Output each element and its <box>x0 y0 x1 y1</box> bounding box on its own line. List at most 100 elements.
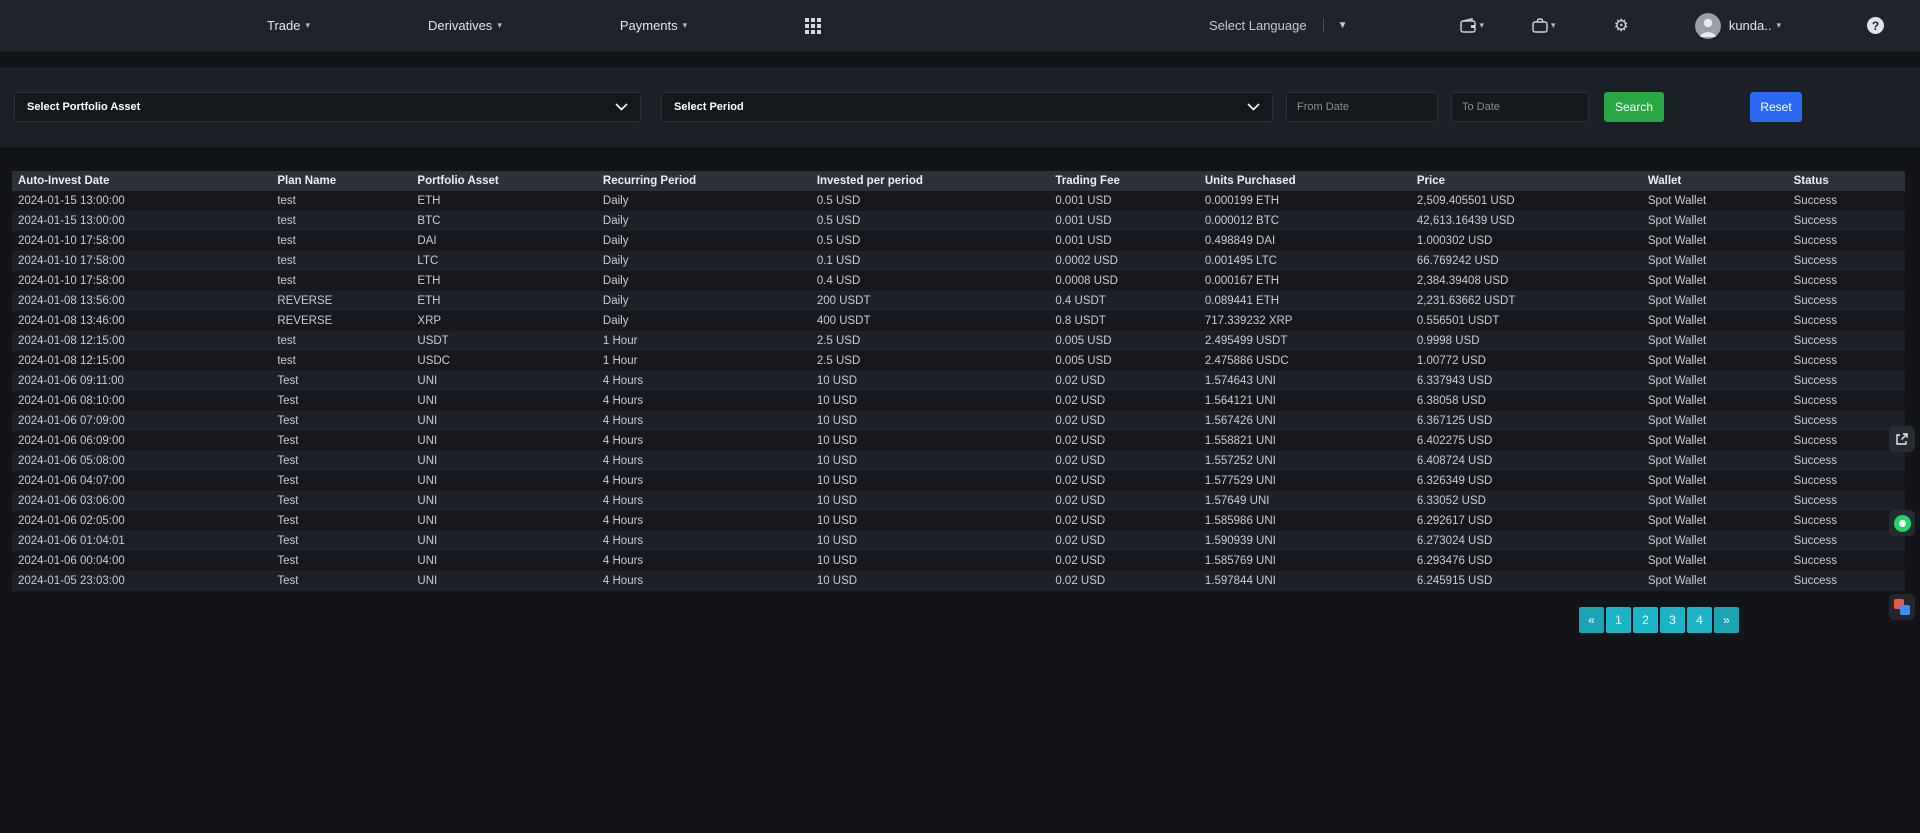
table-cell: UNI <box>411 571 597 591</box>
table-cell: Test <box>271 371 411 391</box>
orders-menu[interactable]: ▾ <box>1532 18 1556 33</box>
user-menu[interactable]: kunda.. ▾ <box>1695 13 1781 39</box>
table-cell: Success <box>1788 411 1905 431</box>
table-cell: Test <box>271 411 411 431</box>
table-row: 2024-01-06 07:09:00TestUNI4 Hours10 USD0… <box>12 411 1905 431</box>
table-cell: 0.005 USD <box>1049 331 1199 351</box>
table-cell: Spot Wallet <box>1642 411 1788 431</box>
table-cell: ETH <box>411 291 597 311</box>
search-button[interactable]: Search <box>1604 92 1664 122</box>
table-cell: 4 Hours <box>597 411 811 431</box>
table-cell: 2024-01-08 12:15:00 <box>12 351 271 371</box>
table-cell: BTC <box>411 211 597 231</box>
language-caret-icon[interactable]: ▼ <box>1338 20 1348 31</box>
table-cell: Spot Wallet <box>1642 291 1788 311</box>
pagination-prev[interactable]: « <box>1579 607 1604 633</box>
table-row: 2024-01-08 12:15:00testUSDT1 Hour2.5 USD… <box>12 331 1905 351</box>
table-cell: 2024-01-08 12:15:00 <box>12 331 271 351</box>
table-cell: 0.1 USD <box>811 251 1050 271</box>
table-cell: 0.4 USDT <box>1049 291 1199 311</box>
portfolio-asset-select[interactable]: Select Portfolio Asset <box>14 92 641 122</box>
nav-payments-menu[interactable]: Payments ▾ <box>620 18 687 33</box>
table-cell: Success <box>1788 291 1905 311</box>
table-cell: 42,613.16439 USD <box>1411 211 1642 231</box>
whatsapp-widget-button[interactable] <box>1889 510 1915 536</box>
table-cell: Test <box>271 531 411 551</box>
support-widget-button[interactable] <box>1889 594 1915 620</box>
table-cell: 0.5 USD <box>811 231 1050 251</box>
table-cell: UNI <box>411 431 597 451</box>
table-cell: 0.02 USD <box>1049 451 1199 471</box>
settings-gear-icon[interactable]: ⚙ <box>1614 16 1629 36</box>
table-cell: 400 USDT <box>811 311 1050 331</box>
table-cell: REVERSE <box>271 291 411 311</box>
table-row: 2024-01-06 09:11:00TestUNI4 Hours10 USD0… <box>12 371 1905 391</box>
nav-derivatives-menu[interactable]: Derivatives ▾ <box>428 18 502 33</box>
table-cell: 10 USD <box>811 551 1050 571</box>
table-cell: 10 USD <box>811 511 1050 531</box>
table-cell: 2024-01-10 17:58:00 <box>12 271 271 291</box>
table-cell: UNI <box>411 371 597 391</box>
table-cell: 6.292617 USD <box>1411 511 1642 531</box>
table-cell: Spot Wallet <box>1642 331 1788 351</box>
table-cell: 1.557252 UNI <box>1199 451 1411 471</box>
filter-panel: Select Portfolio Asset Select Period Sea… <box>0 67 1920 147</box>
table-cell: Spot Wallet <box>1642 431 1788 451</box>
pagination-page-2[interactable]: 2 <box>1633 607 1658 633</box>
table-cell: 1.57649 UNI <box>1199 491 1411 511</box>
pagination-next[interactable]: » <box>1714 607 1739 633</box>
table-cell: 6.245915 USD <box>1411 571 1642 591</box>
pagination-page-3[interactable]: 3 <box>1660 607 1685 633</box>
table-cell: 1.574643 UNI <box>1199 371 1411 391</box>
chevron-down-icon: ▾ <box>1480 20 1485 31</box>
table-cell: Test <box>271 431 411 451</box>
support-icon <box>1894 599 1910 615</box>
table-cell: 2024-01-15 13:00:00 <box>12 211 271 231</box>
table-cell: Test <box>271 491 411 511</box>
from-date-input[interactable] <box>1286 92 1438 122</box>
table-row: 2024-01-06 08:10:00TestUNI4 Hours10 USD0… <box>12 391 1905 411</box>
table-cell: Success <box>1788 391 1905 411</box>
table-cell: Success <box>1788 511 1905 531</box>
table-cell: 2024-01-06 04:07:00 <box>12 471 271 491</box>
table-row: 2024-01-10 17:58:00testLTCDaily0.1 USD0.… <box>12 251 1905 271</box>
table-cell: 0.02 USD <box>1049 471 1199 491</box>
pagination-page-1[interactable]: 1 <box>1606 607 1631 633</box>
table-cell: test <box>271 331 411 351</box>
table-cell: 6.367125 USD <box>1411 411 1642 431</box>
table-row: 2024-01-15 13:00:00testETHDaily0.5 USD0.… <box>12 191 1905 211</box>
table-cell: 0.089441 ETH <box>1199 291 1411 311</box>
username-label: kunda.. <box>1729 18 1772 33</box>
table-cell: 2024-01-15 13:00:00 <box>12 191 271 211</box>
nav-derivatives-label: Derivatives <box>428 18 492 33</box>
apps-grid-icon[interactable] <box>805 18 821 34</box>
table-cell: 0.9998 USD <box>1411 331 1642 351</box>
wallet-menu[interactable]: ▾ <box>1460 18 1485 33</box>
column-header-plan-name: Plan Name <box>271 171 411 191</box>
table-row: 2024-01-10 17:58:00testDAIDaily0.5 USD0.… <box>12 231 1905 251</box>
table-cell: 0.02 USD <box>1049 491 1199 511</box>
reset-button[interactable]: Reset <box>1750 92 1802 122</box>
table-cell: test <box>271 231 411 251</box>
table-row: 2024-01-06 04:07:00TestUNI4 Hours10 USD0… <box>12 471 1905 491</box>
table-row: 2024-01-06 01:04:01TestUNI4 Hours10 USD0… <box>12 531 1905 551</box>
help-icon[interactable]: ? <box>1867 17 1884 34</box>
to-date-input[interactable] <box>1451 92 1589 122</box>
table-cell: 0.8 USDT <box>1049 311 1199 331</box>
table-cell: UNI <box>411 551 597 571</box>
language-selector[interactable]: Select Language <box>1209 18 1307 33</box>
table-cell: 6.38058 USD <box>1411 391 1642 411</box>
table-cell: Success <box>1788 571 1905 591</box>
table-row: 2024-01-06 02:05:00TestUNI4 Hours10 USD0… <box>12 511 1905 531</box>
nav-trade-menu[interactable]: Trade ▾ <box>267 18 310 33</box>
period-select[interactable]: Select Period <box>661 92 1273 122</box>
external-link-widget-button[interactable] <box>1889 426 1915 452</box>
table-cell: UNI <box>411 411 597 431</box>
pagination-page-4[interactable]: 4 <box>1687 607 1712 633</box>
table-cell: 6.408724 USD <box>1411 451 1642 471</box>
table-cell: 0.0008 USD <box>1049 271 1199 291</box>
column-header-recurring-period: Recurring Period <box>597 171 811 191</box>
table-cell: 0.02 USD <box>1049 571 1199 591</box>
table-cell: 6.337943 USD <box>1411 371 1642 391</box>
table-cell: test <box>271 271 411 291</box>
